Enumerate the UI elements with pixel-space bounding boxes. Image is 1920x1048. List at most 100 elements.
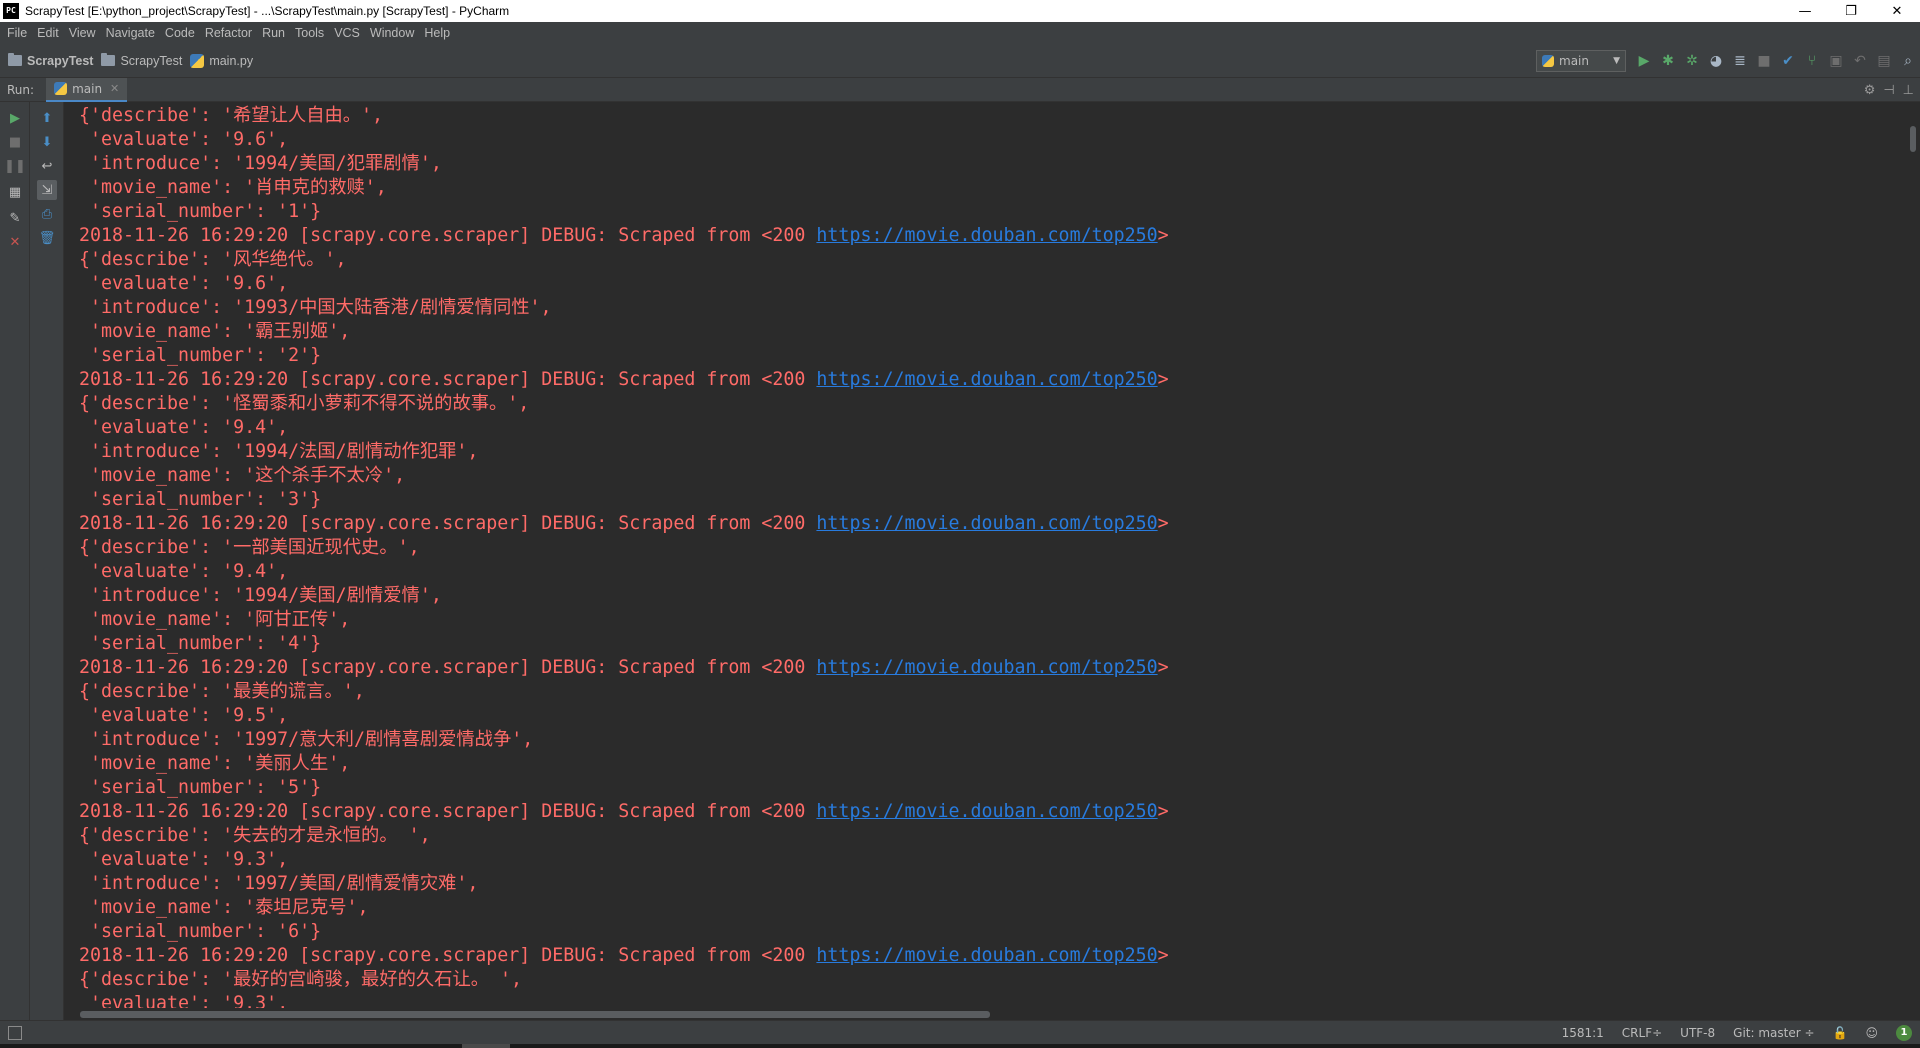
close-run-icon[interactable]: ✕ [5, 232, 25, 252]
console-line-text: 2018-11-26 16:29:20 [scrapy.core.scraper… [79, 945, 817, 966]
stop-icon[interactable]: ■ [5, 132, 25, 152]
console-line-text: 'introduce': '1997/美国/剧情爱情灾难', [79, 873, 479, 894]
console-line: 'movie_name': '阿甘正传', [79, 608, 1903, 632]
scroll-to-end-icon[interactable]: ⇲ [37, 180, 57, 200]
console-line-text: {'describe': '失去的才是永恒的。 ', [79, 825, 431, 846]
navigation-bar: ScrapyTest ScrapyTest main.py main ▼ ▶ ✱… [0, 44, 1920, 78]
tab-main-label: main [72, 81, 103, 96]
console-line-text: 'movie_name': '阿甘正传', [79, 609, 351, 630]
tool-windows-toggle-icon[interactable] [8, 1025, 22, 1040]
breadcrumb-file[interactable]: main.py [190, 53, 253, 68]
console-line-text: {'describe': '最美的谎言。', [79, 681, 365, 702]
pin-icon[interactable]: ⊣ [1883, 83, 1894, 98]
horizontal-scrollbar-thumb[interactable] [80, 1011, 990, 1018]
close-icon[interactable]: ✕ [110, 82, 119, 95]
layout-icon[interactable]: ▦ [5, 182, 25, 202]
notification-badge[interactable]: 1 [1896, 1025, 1912, 1041]
tab-main[interactable]: main ✕ [46, 77, 128, 102]
menu-view[interactable]: View [64, 26, 101, 40]
file-encoding[interactable]: UTF-8 [1680, 1026, 1715, 1040]
vcs-revert-icon[interactable]: ↶ [1848, 49, 1872, 73]
arrow-down-icon[interactable]: ⬇ [37, 132, 57, 152]
search-icon[interactable]: ⌕ [1896, 49, 1920, 73]
gear-icon[interactable]: ⚙ [1864, 83, 1876, 98]
console-line-text: 'serial_number': '3'} [79, 489, 322, 510]
breadcrumb-project[interactable]: ScrapyTest [8, 53, 93, 68]
console-link[interactable]: https://movie.douban.com/top250 [816, 657, 1157, 678]
title-bar: PC ScrapyTest [E:\python_project\ScrapyT… [0, 0, 1920, 22]
console-output[interactable]: {'describe': '希望让人自由。', 'evaluate': '9.6… [65, 102, 1903, 1012]
menu-vcs[interactable]: VCS [329, 26, 365, 40]
console-line: 'introduce': '1997/美国/剧情爱情灾难', [79, 872, 1903, 896]
profile-icon[interactable]: ◕ [1704, 49, 1728, 73]
run-toolbar-secondary: ⬆ ⬇ ↩ ⇲ ⎙ 🗑 [30, 102, 64, 1020]
coverage-icon[interactable]: ✲ [1680, 49, 1704, 73]
run-panel-header: Run: main ✕ ⚙ ⊣ ⊥ [0, 77, 1920, 102]
run-icon[interactable]: ▶ [1632, 49, 1656, 73]
arrow-up-icon[interactable]: ⬆ [37, 108, 57, 128]
stop-icon[interactable]: ■ [1752, 49, 1776, 73]
cursor-position[interactable]: 1581:1 [1562, 1026, 1604, 1040]
breadcrumb-folder[interactable]: ScrapyTest [101, 53, 182, 68]
console-line-text: 'evaluate': '9.6', [79, 273, 289, 294]
console-link[interactable]: https://movie.douban.com/top250 [816, 945, 1157, 966]
console-line: 'introduce': '1993/中国大陆香港/剧情爱情同性', [79, 296, 1903, 320]
minimize-button[interactable]: — [1782, 0, 1828, 22]
menu-run[interactable]: Run [257, 26, 290, 40]
folder-icon [101, 53, 116, 66]
vcs-commit-icon[interactable]: ⑂ [1800, 49, 1824, 73]
inspector-icon[interactable]: ☺ [1865, 1026, 1878, 1040]
console-line: 'serial_number': '5'} [79, 776, 1903, 800]
pin-tab-icon[interactable]: ✎ [5, 208, 25, 228]
lock-icon[interactable]: 🔓 [1833, 1026, 1848, 1040]
maximize-button[interactable]: ❐ [1828, 0, 1874, 22]
console-line-text: 'movie_name': '美丽人生', [79, 753, 351, 774]
vertical-scrollbar-thumb[interactable] [1910, 126, 1916, 152]
menu-refactor[interactable]: Refactor [200, 26, 257, 40]
debug-icon[interactable]: ✱ [1656, 49, 1680, 73]
menu-file[interactable]: File [2, 26, 32, 40]
soft-wrap-icon[interactable]: ↩ [37, 156, 57, 176]
git-branch[interactable]: Git: master ÷ [1733, 1026, 1814, 1040]
vcs-update-icon[interactable]: ✔ [1776, 49, 1800, 73]
menu-tools[interactable]: Tools [290, 26, 329, 40]
rerun-icon[interactable]: ▶ [5, 108, 25, 128]
menu-help[interactable]: Help [419, 26, 455, 40]
menu-navigate[interactable]: Navigate [101, 26, 160, 40]
horizontal-scrollbar[interactable] [65, 1008, 1903, 1020]
console-line: 'evaluate': '9.4', [79, 416, 1903, 440]
hide-panel-icon[interactable]: ⊥ [1903, 83, 1914, 98]
console-link[interactable]: https://movie.douban.com/top250 [816, 801, 1157, 822]
console-line: {'describe': '希望让人自由。', [79, 104, 1903, 128]
console-link[interactable]: https://movie.douban.com/top250 [816, 369, 1157, 390]
console-line-text: 'evaluate': '9.6', [79, 129, 289, 150]
run-panel-actions: ⚙ ⊣ ⊥ [1864, 78, 1914, 102]
console-line: 'serial_number': '1'} [79, 200, 1903, 224]
console-link[interactable]: https://movie.douban.com/top250 [816, 225, 1157, 246]
vcs-history-icon[interactable]: ▣ [1824, 49, 1848, 73]
print-icon[interactable]: ⎙ [37, 204, 57, 224]
console-line: 'introduce': '1994/美国/犯罪剧情', [79, 152, 1903, 176]
console-line-text: 'serial_number': '2'} [79, 345, 322, 366]
console-line-text: 'introduce': '1994/美国/犯罪剧情', [79, 153, 442, 174]
line-separator[interactable]: CRLF÷ [1622, 1026, 1662, 1040]
menu-edit[interactable]: Edit [32, 26, 64, 40]
vertical-scrollbar[interactable] [1906, 102, 1920, 1020]
run-configuration-select[interactable]: main ▼ [1536, 50, 1626, 72]
console-line: 'serial_number': '3'} [79, 488, 1903, 512]
close-button[interactable]: ✕ [1874, 0, 1920, 22]
pause-icon[interactable]: ❚❚ [4, 156, 26, 176]
console-link[interactable]: https://movie.douban.com/top250 [816, 513, 1157, 534]
console-line-tail: > [1157, 513, 1169, 534]
console-line-text: 'movie_name': '霸王别姬', [79, 321, 351, 342]
console-line: 'movie_name': '这个杀手不太冷', [79, 464, 1903, 488]
menu-window[interactable]: Window [365, 26, 419, 40]
console-line: {'describe': '一部美国近现代史。', [79, 536, 1903, 560]
concurrency-icon[interactable]: ≣ [1728, 49, 1752, 73]
console-line-text: 2018-11-26 16:29:20 [scrapy.core.scraper… [79, 369, 817, 390]
console-line: 'introduce': '1994/法国/剧情动作犯罪', [79, 440, 1903, 464]
console-line: 'serial_number': '4'} [79, 632, 1903, 656]
menu-code[interactable]: Code [160, 26, 200, 40]
trash-icon[interactable]: 🗑 [37, 228, 57, 248]
project-structure-icon[interactable]: ▤ [1872, 49, 1896, 73]
